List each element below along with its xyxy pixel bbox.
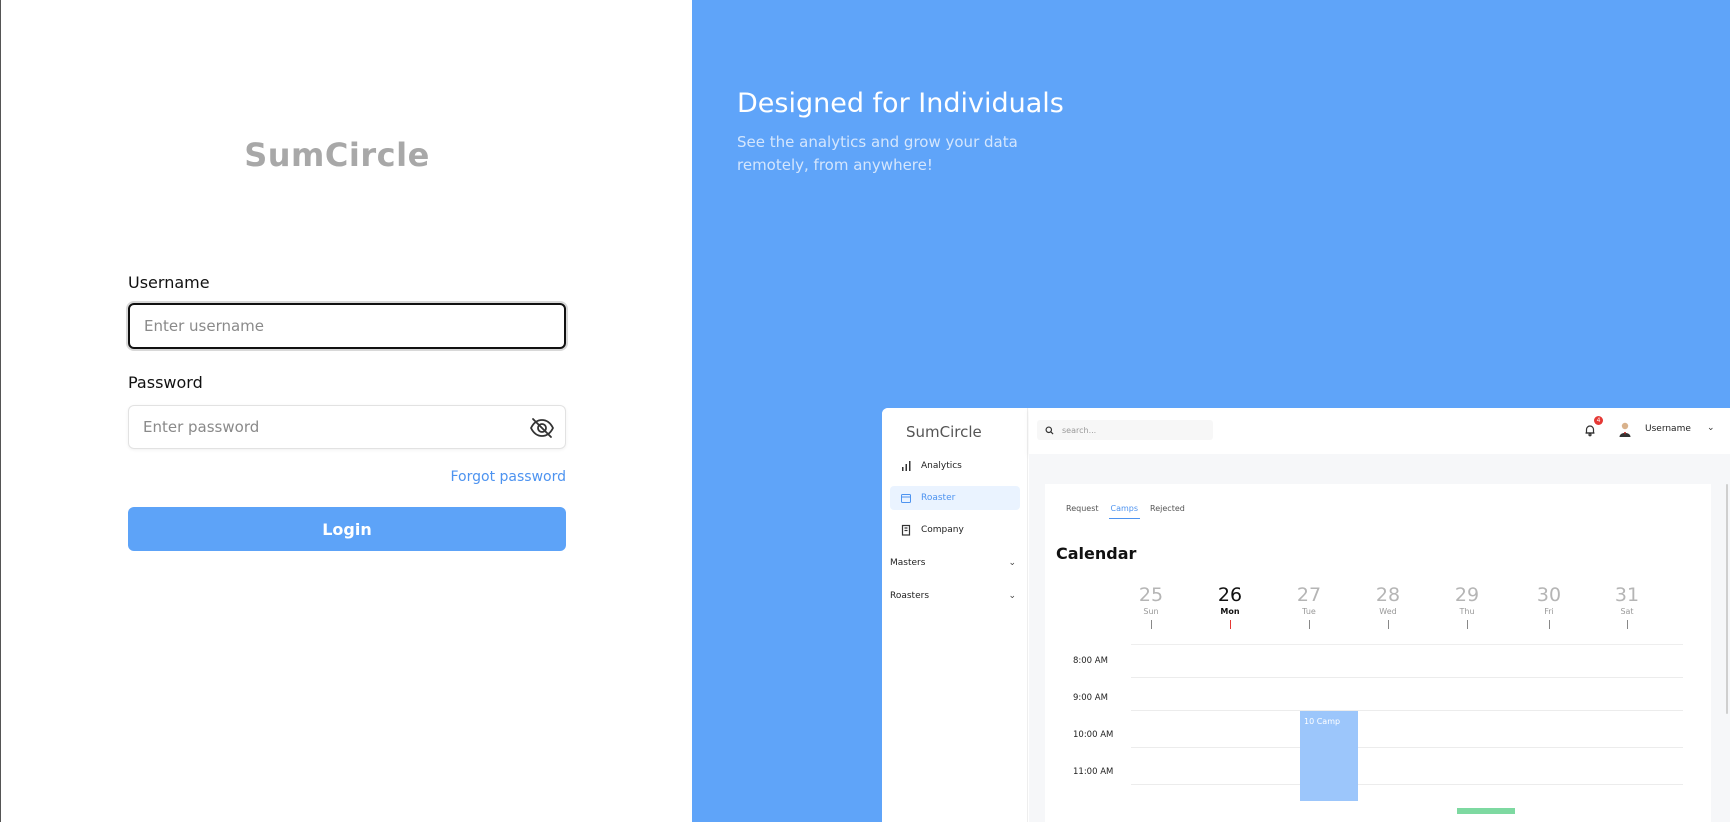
preview-day-name: Fri	[1544, 607, 1554, 616]
preview-username: Username	[1645, 424, 1691, 434]
brand-logo: SumCircle	[244, 136, 430, 174]
preview-hour-line	[1131, 747, 1683, 748]
preview-day-tick	[1229, 620, 1231, 629]
preview-hour-line	[1131, 677, 1683, 678]
preview-day: 30 Fri	[1529, 584, 1569, 629]
preview-tab-camps: Camps	[1108, 504, 1141, 519]
preview-calendar-event: 10 Camp	[1300, 711, 1358, 801]
preview-hour-line	[1131, 710, 1683, 711]
preview-group-masters: Masters ⌄	[890, 553, 1020, 573]
dashboard-preview: SumCircle Analytics Roaster Company Mast…	[882, 408, 1730, 822]
login-button[interactable]: Login	[128, 507, 566, 551]
preview-nav-label: Company	[921, 525, 964, 535]
preview-day-number: 31	[1614, 584, 1640, 606]
preview-day-name: Wed	[1379, 607, 1397, 616]
eye-off-icon[interactable]	[529, 416, 555, 440]
preview-time-label: 9:00 AM	[1073, 693, 1108, 703]
preview-nav-roaster: Roaster	[890, 486, 1020, 510]
preview-nav-analytics: Analytics	[890, 454, 1020, 478]
calendar-icon	[900, 492, 912, 504]
preview-day-number: 30	[1536, 584, 1562, 606]
preview-day: 27 Tue	[1289, 584, 1329, 629]
search-icon	[1045, 425, 1054, 435]
notification-badge: 4	[1594, 416, 1603, 425]
chevron-down-icon: ⌄	[1008, 558, 1016, 568]
preview-day-number: 26	[1217, 584, 1243, 606]
preview-day-tick	[1466, 620, 1468, 629]
preview-nav-label: Analytics	[921, 461, 962, 471]
preview-search: search...	[1037, 420, 1213, 440]
preview-day-tick	[1308, 620, 1310, 629]
preview-content: Request Camps Rejected Calendar 25 Sun 2…	[1029, 454, 1730, 822]
password-field-wrapper	[128, 405, 566, 449]
username-label: Username	[128, 273, 210, 292]
preview-group-label: Roasters	[890, 591, 930, 601]
preview-calendar-card: Request Camps Rejected Calendar 25 Sun 2…	[1045, 484, 1711, 822]
preview-day-name: Sun	[1143, 607, 1159, 616]
bar-chart-icon	[900, 460, 912, 472]
preview-hour-line	[1131, 784, 1683, 785]
preview-day: 25 Sun	[1131, 584, 1171, 629]
preview-day-name: Thu	[1459, 607, 1475, 616]
preview-day-number: 29	[1454, 584, 1480, 606]
preview-day-name: Mon	[1220, 607, 1240, 616]
preview-tab-request: Request	[1066, 504, 1099, 513]
preview-day-tick	[1150, 620, 1152, 629]
preview-day-tick	[1548, 620, 1550, 629]
preview-day: 31 Sat	[1607, 584, 1647, 629]
preview-day-number: 25	[1138, 584, 1164, 606]
hero-title: Designed for Individuals	[737, 88, 1064, 119]
chevron-down-icon: ⌄	[1707, 423, 1715, 433]
preview-time-label: 10:00 AM	[1073, 730, 1114, 740]
preview-group-roasters: Roasters ⌄	[890, 586, 1020, 606]
preview-time-label: 8:00 AM	[1073, 656, 1108, 666]
preview-day: 28 Wed	[1368, 584, 1408, 629]
preview-search-placeholder: search...	[1062, 425, 1097, 435]
preview-day-name: Tue	[1302, 607, 1316, 616]
preview-nav-label: Roaster	[921, 493, 956, 503]
username-field-wrapper	[128, 303, 566, 349]
forgot-password-link[interactable]: Forgot password	[441, 469, 567, 485]
preview-day-tick	[1387, 620, 1389, 629]
preview-calendar-event-green	[1457, 808, 1515, 814]
preview-day-name: Sat	[1620, 607, 1634, 616]
chevron-down-icon: ⌄	[1008, 591, 1016, 601]
preview-day-number: 28	[1375, 584, 1401, 606]
preview-brand: SumCircle	[906, 423, 982, 441]
username-input[interactable]	[144, 317, 550, 335]
preview-week-header: 25 Sun 26 Mon 27 Tue 28 Wed 29 Thu 30 Fr…	[1131, 584, 1713, 644]
preview-tab-rejected: Rejected	[1150, 504, 1185, 513]
preview-day-number: 27	[1296, 584, 1322, 606]
avatar	[1618, 421, 1632, 437]
preview-day-tick	[1626, 620, 1628, 629]
hero-panel: Designed for Individuals See the analyti…	[692, 0, 1730, 822]
password-input[interactable]	[143, 418, 551, 436]
password-label: Password	[128, 373, 203, 392]
preview-sidebar: SumCircle Analytics Roaster Company Mast…	[882, 408, 1028, 822]
preview-tabs: Request Camps Rejected	[1064, 504, 1187, 519]
preview-topbar: search... 4 Username ⌄	[1029, 408, 1730, 454]
preview-calendar-title: Calendar	[1056, 544, 1137, 563]
login-page: SumCircle Username Password Forgot passw…	[0, 0, 1730, 822]
preview-group-label: Masters	[890, 558, 926, 568]
building-icon	[900, 524, 912, 536]
preview-divider	[1131, 644, 1683, 645]
preview-day-today: 26 Mon	[1210, 584, 1250, 629]
preview-time-label: 11:00 AM	[1073, 767, 1114, 777]
preview-nav-company: Company	[890, 518, 1020, 542]
login-panel: SumCircle Username Password Forgot passw…	[0, 0, 692, 822]
preview-scrollbar	[1726, 484, 1728, 714]
preview-day: 29 Thu	[1447, 584, 1487, 629]
hero-subtitle: See the analytics and grow your data rem…	[737, 133, 1018, 174]
